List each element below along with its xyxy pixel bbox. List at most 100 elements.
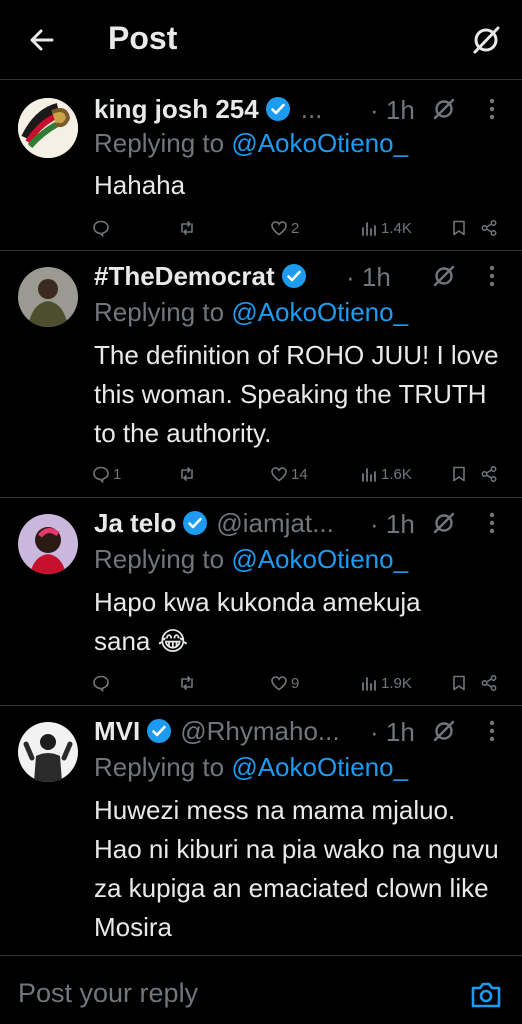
reply-icon (93, 675, 109, 692)
top-bar: Post (0, 0, 522, 80)
avatar[interactable] (18, 98, 78, 158)
views-icon (362, 222, 376, 236)
replying-to: Replying to @AokoOtieno_ (94, 128, 408, 159)
handle[interactable]: ... (301, 94, 323, 125)
avatar-image-icon (18, 514, 78, 574)
share-button[interactable] (480, 461, 498, 487)
display-name[interactable]: king josh 254 (94, 94, 259, 125)
timestamp[interactable]: · 1h (346, 262, 391, 293)
handle[interactable]: @iamjat... (216, 508, 333, 539)
views-button[interactable]: 1.9K (360, 670, 412, 696)
verified-badge-icon (183, 511, 208, 535)
bookmark-button[interactable] (450, 461, 468, 487)
like-count: 2 (291, 219, 300, 237)
replying-to-handle[interactable]: @AokoOtieno_ (231, 297, 408, 327)
bookmark-button[interactable] (450, 215, 468, 241)
view-count: 1.9K (381, 674, 412, 692)
display-name[interactable]: Ja telo (94, 508, 176, 539)
tweet-text: The definition of ROHO JUU! I love this … (94, 340, 499, 448)
back-arrow-icon[interactable] (26, 24, 58, 56)
like-count: 14 (291, 465, 308, 483)
views-button[interactable]: 1.6K (360, 461, 412, 487)
reply-tweet[interactable]: Ja telo @iamjat... · 1h Replying to @Aok… (0, 498, 522, 706)
timestamp[interactable]: · 1h (370, 509, 415, 540)
grok-icon[interactable] (470, 24, 502, 56)
avatar[interactable] (18, 722, 78, 782)
replying-to-label: Replying to (94, 128, 225, 158)
reply-count: 1 (113, 465, 122, 483)
verified-badge-icon (265, 97, 290, 121)
grok-icon[interactable] (432, 511, 456, 535)
like-count: 9 (291, 674, 300, 692)
like-button[interactable]: 9 (270, 670, 299, 696)
share-icon (481, 220, 497, 236)
reply-composer: Post your reply (0, 955, 522, 1024)
replying-to-handle[interactable]: @AokoOtieno_ (231, 752, 408, 782)
share-icon (481, 466, 497, 482)
more-options-icon[interactable] (482, 718, 502, 744)
reply-icon (93, 220, 109, 237)
view-count: 1.6K (381, 465, 412, 483)
tweet-header: MVI @Rhymaho... (94, 714, 340, 748)
handle[interactable]: @Rhymaho... (180, 716, 339, 747)
repost-button[interactable] (178, 461, 199, 487)
view-count: 1.4K (381, 219, 412, 237)
replying-to-label: Replying to (94, 297, 225, 327)
avatar-image-icon (18, 98, 78, 158)
tweet-header: #TheDemocrat (94, 259, 307, 293)
page-title: Post (108, 20, 178, 56)
display-name[interactable]: #TheDemocrat (94, 261, 275, 292)
replying-to: Replying to @AokoOtieno_ (94, 752, 408, 783)
repost-icon (181, 676, 193, 690)
replying-to-handle[interactable]: @AokoOtieno_ (231, 544, 408, 574)
reply-tweet[interactable]: MVI @Rhymaho... · 1h Replying to @AokoOt… (0, 706, 522, 955)
avatar-image-icon (18, 722, 78, 782)
share-button[interactable] (480, 215, 498, 241)
action-bar: 1 14 1.6K (0, 461, 522, 487)
tweet-text: Hapo kwa kukonda amekuja sana 😂 (94, 587, 421, 656)
tweet-header: king josh 254 ... (94, 92, 322, 126)
bookmark-button[interactable] (450, 670, 468, 696)
repost-button[interactable] (178, 670, 199, 696)
repost-button[interactable] (178, 215, 199, 241)
share-button[interactable] (480, 670, 498, 696)
views-icon (362, 468, 376, 482)
tweet-header: Ja telo @iamjat... (94, 506, 334, 540)
more-options-icon[interactable] (482, 263, 502, 289)
display-name[interactable]: MVI (94, 716, 140, 747)
heart-icon (271, 676, 287, 691)
heart-icon (271, 467, 287, 482)
reply-button[interactable] (92, 215, 113, 241)
grok-icon[interactable] (432, 264, 456, 288)
reply-input[interactable]: Post your reply (18, 978, 198, 1009)
bookmark-icon (453, 466, 465, 482)
timestamp[interactable]: · 1h (370, 95, 415, 126)
avatar[interactable] (18, 267, 78, 327)
timestamp[interactable]: · 1h (370, 717, 415, 748)
reply-icon (93, 466, 109, 483)
reply-tweet[interactable]: king josh 254 ... · 1h Replying to @Aoko… (0, 80, 522, 251)
avatar[interactable] (18, 514, 78, 574)
more-options-icon[interactable] (482, 510, 502, 536)
views-icon (362, 677, 376, 691)
grok-icon[interactable] (432, 97, 456, 121)
reply-button[interactable] (92, 670, 113, 696)
share-icon (481, 675, 497, 691)
reply-button[interactable]: 1 (92, 461, 121, 487)
repost-icon (181, 467, 193, 481)
replying-to-handle[interactable]: @AokoOtieno_ (231, 128, 408, 158)
grok-icon[interactable] (432, 719, 456, 743)
action-bar: 2 1.4K (0, 215, 522, 241)
verified-badge-icon (147, 719, 172, 743)
avatar-image-icon (18, 267, 78, 327)
tweet-text: Huwezi mess na mama mjaluo. Hao ni kibur… (94, 795, 499, 942)
replying-to-label: Replying to (94, 752, 225, 782)
views-button[interactable]: 1.4K (360, 215, 412, 241)
camera-icon[interactable] (470, 980, 502, 1010)
reply-tweet[interactable]: #TheDemocrat · 1h Replying to @AokoOtien… (0, 251, 522, 498)
more-options-icon[interactable] (482, 96, 502, 122)
like-button[interactable]: 2 (270, 215, 299, 241)
replying-to-label: Replying to (94, 544, 225, 574)
tweet-text: Hahaha (94, 170, 186, 200)
like-button[interactable]: 14 (270, 461, 308, 487)
